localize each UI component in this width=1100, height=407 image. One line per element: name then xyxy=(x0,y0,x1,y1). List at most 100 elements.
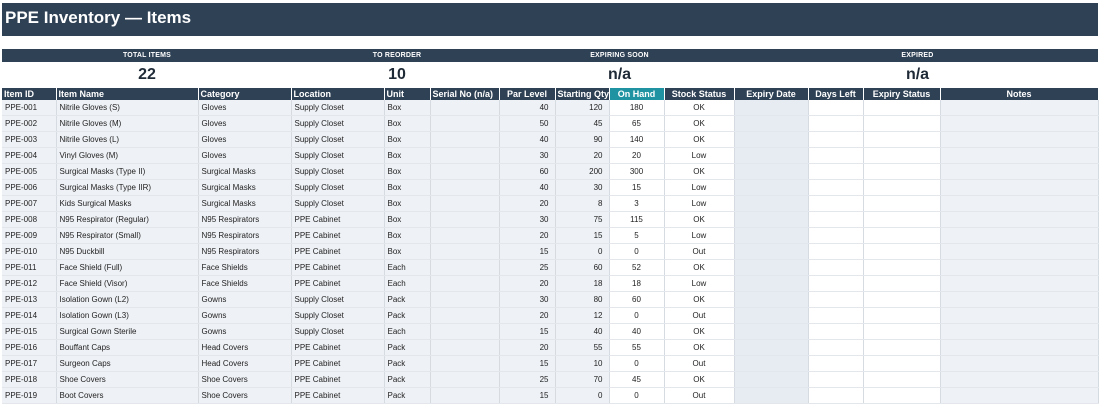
cell-item-id[interactable]: PPE-019 xyxy=(2,387,57,404)
cell-days-left[interactable] xyxy=(808,147,864,164)
cell-location[interactable]: PPE Cabinet xyxy=(291,339,385,356)
cell-expiry-status[interactable] xyxy=(863,163,941,180)
cell-item-name[interactable]: Surgical Masks (Type II) xyxy=(56,163,199,180)
cell-category[interactable]: N95 Respirators xyxy=(198,227,292,244)
cell-item-id[interactable]: PPE-015 xyxy=(2,323,57,340)
cell-expiry-date[interactable] xyxy=(734,291,809,308)
cell-on-hand[interactable]: 180 xyxy=(609,100,665,116)
cell-par-level[interactable]: 20 xyxy=(499,227,556,244)
cell-notes[interactable] xyxy=(940,227,1099,244)
cell-expiry-date[interactable] xyxy=(734,211,809,228)
cell-item-name[interactable]: N95 Duckbill xyxy=(56,243,199,260)
cell-unit[interactable]: Box xyxy=(384,195,431,212)
cell-location[interactable]: Supply Closet xyxy=(291,195,385,212)
cell-expiry-status[interactable] xyxy=(863,307,941,324)
cell-par-level[interactable]: 50 xyxy=(499,115,556,132)
cell-item-name[interactable]: Boot Covers xyxy=(56,387,199,404)
cell-location[interactable]: PPE Cabinet xyxy=(291,355,385,372)
cell-item-name[interactable]: Surgical Masks (Type IIR) xyxy=(56,179,199,196)
cell-notes[interactable] xyxy=(940,339,1099,356)
cell-on-hand[interactable]: 52 xyxy=(609,259,665,276)
cell-expiry-status[interactable] xyxy=(863,275,941,292)
cell-item-id[interactable]: PPE-012 xyxy=(2,275,57,292)
cell-stock-status[interactable]: Out xyxy=(664,355,735,372)
cell-notes[interactable] xyxy=(940,163,1099,180)
cell-starting-qty[interactable]: 120 xyxy=(555,100,610,116)
cell-starting-qty[interactable]: 15 xyxy=(555,227,610,244)
cell-item-id[interactable]: PPE-008 xyxy=(2,211,57,228)
cell-starting-qty[interactable]: 8 xyxy=(555,195,610,212)
cell-unit[interactable]: Box xyxy=(384,227,431,244)
cell-serial-no[interactable] xyxy=(430,307,500,324)
cell-category[interactable]: N95 Respirators xyxy=(198,243,292,260)
cell-stock-status[interactable]: Low xyxy=(664,275,735,292)
cell-par-level[interactable]: 60 xyxy=(499,163,556,180)
cell-expiry-date[interactable] xyxy=(734,115,809,132)
cell-category[interactable]: Head Covers xyxy=(198,355,292,372)
cell-unit[interactable]: Box xyxy=(384,115,431,132)
cell-par-level[interactable]: 15 xyxy=(499,355,556,372)
cell-starting-qty[interactable]: 60 xyxy=(555,259,610,276)
cell-stock-status[interactable]: Out xyxy=(664,243,735,260)
cell-expiry-status[interactable] xyxy=(863,147,941,164)
cell-category[interactable]: Face Shields xyxy=(198,275,292,292)
cell-category[interactable]: Shoe Covers xyxy=(198,387,292,404)
cell-expiry-date[interactable] xyxy=(734,163,809,180)
cell-category[interactable]: N95 Respirators xyxy=(198,211,292,228)
cell-stock-status[interactable]: OK xyxy=(664,371,735,388)
column-header-item-name[interactable]: Item Name xyxy=(56,88,199,100)
cell-item-id[interactable]: PPE-001 xyxy=(2,100,57,116)
cell-unit[interactable]: Box xyxy=(384,179,431,196)
cell-starting-qty[interactable]: 12 xyxy=(555,307,610,324)
cell-days-left[interactable] xyxy=(808,339,864,356)
cell-serial-no[interactable] xyxy=(430,179,500,196)
cell-notes[interactable] xyxy=(940,115,1099,132)
cell-notes[interactable] xyxy=(940,371,1099,388)
cell-item-id[interactable]: PPE-009 xyxy=(2,227,57,244)
cell-item-id[interactable]: PPE-014 xyxy=(2,307,57,324)
cell-par-level[interactable]: 20 xyxy=(499,275,556,292)
cell-par-level[interactable]: 40 xyxy=(499,100,556,116)
cell-category[interactable]: Gowns xyxy=(198,307,292,324)
cell-item-name[interactable]: Isolation Gown (L2) xyxy=(56,291,199,308)
cell-days-left[interactable] xyxy=(808,179,864,196)
cell-category[interactable]: Gloves xyxy=(198,100,292,116)
cell-serial-no[interactable] xyxy=(430,243,500,260)
column-header-on-hand[interactable]: On Hand xyxy=(609,88,665,100)
cell-days-left[interactable] xyxy=(808,323,864,340)
cell-par-level[interactable]: 30 xyxy=(499,211,556,228)
cell-location[interactable]: Supply Closet xyxy=(291,307,385,324)
kpi-total-items-value[interactable]: 22 xyxy=(2,62,292,88)
cell-on-hand[interactable]: 5 xyxy=(609,227,665,244)
cell-unit[interactable]: Pack xyxy=(384,355,431,372)
cell-item-name[interactable]: Shoe Covers xyxy=(56,371,199,388)
cell-expiry-date[interactable] xyxy=(734,387,809,404)
cell-days-left[interactable] xyxy=(808,371,864,388)
cell-expiry-status[interactable] xyxy=(863,259,941,276)
cell-category[interactable]: Gloves xyxy=(198,131,292,148)
cell-item-id[interactable]: PPE-010 xyxy=(2,243,57,260)
cell-expiry-status[interactable] xyxy=(863,339,941,356)
cell-item-id[interactable]: PPE-006 xyxy=(2,179,57,196)
cell-unit[interactable]: Each xyxy=(384,275,431,292)
cell-notes[interactable] xyxy=(940,387,1099,404)
cell-expiry-status[interactable] xyxy=(863,291,941,308)
cell-location[interactable]: Supply Closet xyxy=(291,131,385,148)
cell-category[interactable]: Surgical Masks xyxy=(198,179,292,196)
cell-notes[interactable] xyxy=(940,147,1099,164)
cell-notes[interactable] xyxy=(940,323,1099,340)
cell-on-hand[interactable]: 0 xyxy=(609,387,665,404)
cell-stock-status[interactable]: Low xyxy=(664,195,735,212)
cell-location[interactable]: Supply Closet xyxy=(291,163,385,180)
cell-item-id[interactable]: PPE-005 xyxy=(2,163,57,180)
cell-stock-status[interactable]: Out xyxy=(664,387,735,404)
cell-on-hand[interactable]: 300 xyxy=(609,163,665,180)
cell-unit[interactable]: Pack xyxy=(384,307,431,324)
column-header-serial-no[interactable]: Serial No (n/a) xyxy=(430,88,500,100)
cell-days-left[interactable] xyxy=(808,275,864,292)
cell-stock-status[interactable]: Low xyxy=(664,227,735,244)
cell-stock-status[interactable]: Low xyxy=(664,179,735,196)
cell-location[interactable]: PPE Cabinet xyxy=(291,275,385,292)
cell-par-level[interactable]: 20 xyxy=(499,195,556,212)
cell-unit[interactable]: Box xyxy=(384,211,431,228)
